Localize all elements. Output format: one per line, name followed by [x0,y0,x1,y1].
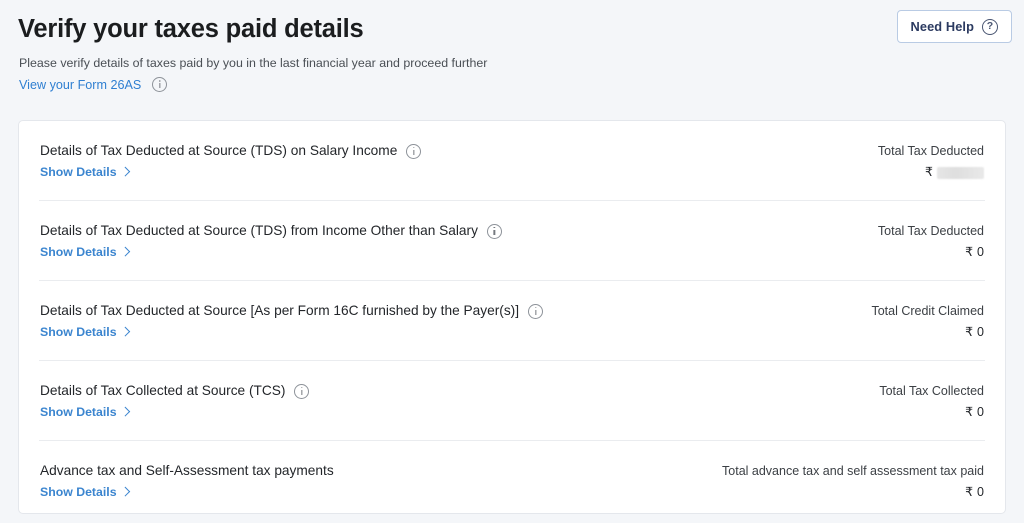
row-left-content: Details of Tax Deducted at Source (TDS) … [39,222,502,260]
show-details-link[interactable]: Show Details [40,324,130,340]
row-title-line: Details of Tax Deducted at Source (TDS) … [40,142,422,160]
taxes-paid-card: Details of Tax Deducted at Source (TDS) … [18,120,1006,514]
show-details-link[interactable]: Show Details [40,404,130,420]
row-right-content: Total Tax Deducted ₹ 0 [878,222,985,260]
amount-value: ₹ 0 [965,484,984,500]
form-26as-row: View your Form 26AS [19,77,1006,92]
rupee-symbol: ₹ [965,404,974,419]
show-details-label: Show Details [40,325,117,339]
row-right-content: Total advance tax and self assessment ta… [722,462,985,500]
chevron-right-icon [120,166,130,177]
show-details-link[interactable]: Show Details [40,484,130,500]
tax-sections-list: Details of Tax Deducted at Source (TDS) … [19,121,1005,513]
info-icon[interactable] [152,77,168,92]
row-title-line: Details of Tax Collected at Source (TCS) [40,382,310,400]
row-title: Details of Tax Deducted at Source (TDS) … [40,143,398,158]
row-right-content: Total Tax Collected ₹ 0 [879,382,985,420]
show-details-label: Show Details [40,485,117,499]
table-row: Advance tax and Self-Assessment tax paym… [39,441,985,513]
table-row: Details of Tax Collected at Source (TCS)… [39,361,985,441]
amount-number: 0 [977,245,984,259]
chevron-right-icon [120,406,130,417]
show-details-label: Show Details [40,165,117,179]
show-details-link[interactable]: Show Details [40,164,130,180]
page-header: Verify your taxes paid details Please ve… [0,0,1024,92]
amount-number: 0 [977,325,984,339]
amount-number: 0 [977,405,984,419]
info-icon[interactable] [406,143,422,159]
row-left-content: Advance tax and Self-Assessment tax paym… [39,462,334,500]
row-left-content: Details of Tax Deducted at Source (TDS) … [39,142,422,180]
amount-value: ₹ 0 [965,404,984,420]
row-right-content: Total Tax Deducted ₹ [878,142,985,180]
row-title: Details of Tax Deducted at Source (TDS) … [40,223,478,238]
page-subtitle: Please verify details of taxes paid by y… [19,56,488,70]
amount-label: Total Tax Deducted [877,144,984,158]
rupee-symbol: ₹ [965,244,974,259]
info-icon[interactable] [486,223,502,239]
amount-value: ₹ 0 [965,244,984,260]
info-icon[interactable] [528,303,544,319]
need-help-button[interactable]: Need Help ? [896,10,1012,43]
row-title-line: Details of Tax Deducted at Source [As pe… [40,302,544,320]
amount-label: Total advance tax and self assessment ta… [722,464,984,478]
question-mark-circle-icon: ? [982,18,998,35]
amount-value: ₹ [925,164,984,180]
amount-label: Total Tax Collected [879,384,984,398]
chevron-right-icon [120,486,130,497]
show-details-link[interactable]: Show Details [40,244,130,260]
chevron-right-icon [120,326,130,337]
taxes-paid-page: Verify your taxes paid details Please ve… [0,0,1024,523]
row-left-content: Details of Tax Collected at Source (TCS)… [39,382,310,420]
amount-label: Total Credit Claimed [871,304,984,318]
page-title: Verify your taxes paid details [18,15,364,43]
row-title: Details of Tax Deducted at Source [As pe… [40,303,520,318]
rupee-symbol: ₹ [925,164,933,179]
row-title-line: Advance tax and Self-Assessment tax paym… [40,462,334,480]
show-details-label: Show Details [40,405,117,419]
rupee-symbol: ₹ [965,324,974,339]
row-title-line: Details of Tax Deducted at Source (TDS) … [40,222,502,240]
show-details-label: Show Details [40,245,117,259]
amount-label: Total Tax Deducted [877,224,984,238]
rupee-symbol: ₹ [965,484,974,499]
redacted-amount-block [937,167,984,179]
row-title: Details of Tax Collected at Source (TCS) [40,383,286,398]
amount-value: ₹ 0 [965,324,984,340]
view-form-26as-link[interactable]: View your Form 26AS [19,78,141,92]
table-row: Details of Tax Deducted at Source (TDS) … [39,121,985,201]
info-icon[interactable] [294,383,310,399]
table-row: Details of Tax Deducted at Source [As pe… [39,281,985,361]
row-title: Advance tax and Self-Assessment tax paym… [40,463,334,478]
chevron-right-icon [120,246,130,257]
row-right-content: Total Credit Claimed ₹ 0 [871,302,985,340]
row-left-content: Details of Tax Deducted at Source [As pe… [39,302,544,340]
need-help-label: Need Help [910,19,974,34]
amount-number: 0 [977,485,984,499]
table-row: Details of Tax Deducted at Source (TDS) … [39,201,985,281]
